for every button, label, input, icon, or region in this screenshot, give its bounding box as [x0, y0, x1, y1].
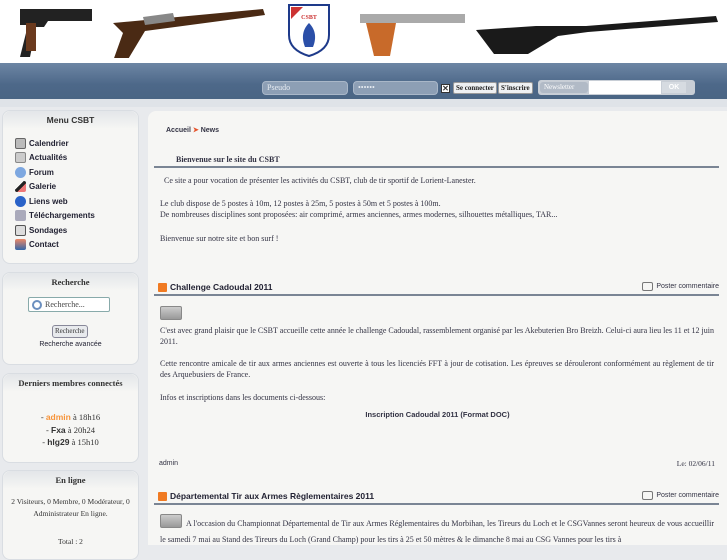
- sidebar-item-contact[interactable]: Contact: [15, 238, 138, 253]
- newsletter-label: Newsletter: [540, 82, 588, 93]
- calendar-icon: [15, 137, 26, 149]
- sidebar-item-label: Contact: [29, 240, 59, 250]
- welcome-p2b: De nombreuses disciplines sont proposées…: [160, 210, 558, 219]
- post-comment-link[interactable]: Poster commentaire: [642, 491, 719, 500]
- forum-icon: [15, 166, 26, 178]
- comment-icon: [642, 491, 654, 500]
- member-item: - Fxa à 20h24: [46, 424, 95, 435]
- online-text: 2 Visiteurs, 0 Membre, 0 Modérateur, 0 A…: [11, 497, 130, 518]
- register-button[interactable]: S'inscrire: [498, 82, 533, 94]
- menu-title: Menu CSBT: [3, 111, 138, 129]
- username-input[interactable]: Pseudo: [262, 81, 348, 95]
- divider: [154, 166, 719, 168]
- member-name[interactable]: admin: [46, 412, 71, 422]
- document-link[interactable]: Inscription Cadoudal 2011 (Format DOC): [148, 409, 727, 420]
- article-author[interactable]: admin: [159, 458, 178, 469]
- sidebar-item-calendrier[interactable]: Calendrier: [15, 136, 138, 151]
- search-placeholder: Recherche...: [45, 300, 85, 309]
- search-input[interactable]: Recherche...: [28, 297, 110, 312]
- divider: [154, 503, 719, 505]
- breadcrumb-home[interactable]: Accueil: [166, 127, 191, 134]
- rss-icon: [158, 491, 167, 501]
- login-button[interactable]: Se connecter: [453, 82, 497, 94]
- sidebar-item-actualites[interactable]: Actualités: [15, 151, 138, 166]
- breadcrumb-arrow-icon: ➤: [192, 127, 199, 134]
- member-time: à 15h10: [71, 437, 99, 447]
- sidebar-item-label: Liens web: [29, 196, 68, 206]
- newspaper-icon: [160, 306, 182, 320]
- news-icon: [15, 152, 26, 164]
- remember-checkbox[interactable]: ✕: [441, 84, 450, 93]
- sidebar-item-liens-web[interactable]: Liens web: [15, 194, 138, 209]
- article-p2: Cette rencontre amicale de tir aux armes…: [160, 359, 714, 379]
- globe-icon: [15, 195, 26, 207]
- brush-icon: [15, 181, 26, 193]
- post-comment-link[interactable]: Poster commentaire: [642, 282, 719, 291]
- article-p1: A l'occasion du Championnat Départementa…: [160, 519, 714, 544]
- sidebar-item-label: Calendrier: [29, 138, 69, 148]
- member-time: à 20h24: [67, 424, 95, 435]
- comment-icon: [642, 282, 654, 291]
- welcome-p3: Bienvenue sur notre site et bon surf !: [160, 234, 279, 243]
- sidebar-item-label: Galerie: [29, 182, 57, 192]
- club-logo: CSBT: [287, 3, 331, 58]
- poll-icon: [15, 224, 26, 236]
- search-icon: [32, 299, 42, 310]
- members-box: Derniers membres connectés - admin à 18h…: [2, 373, 139, 463]
- welcome-p1: Ce site a pour vocation de présenter les…: [164, 176, 476, 185]
- rss-icon: [158, 282, 167, 292]
- search-title: Recherche: [3, 273, 138, 291]
- article-date: Le: 02/06/11: [676, 459, 715, 468]
- sidebar-item-label: Sondages: [29, 225, 68, 235]
- breadcrumb: Accueil ➤ News: [166, 126, 219, 134]
- flintlock-image: [113, 9, 265, 58]
- member-name[interactable]: Fxa: [51, 425, 66, 435]
- menu-box: Menu CSBT Calendrier Actualités Forum Ga…: [2, 110, 139, 264]
- member-name[interactable]: hlg29: [47, 437, 69, 447]
- article-title-text: Challenge Cadoudal 2011: [170, 282, 273, 292]
- article-p1: C'est avec grand plaisir que le CSBT acc…: [160, 326, 714, 346]
- article-title[interactable]: Challenge Cadoudal 2011: [158, 282, 273, 292]
- welcome-title: Bienvenue sur le site du CSBT: [176, 155, 280, 164]
- article-title-text: Départemental Tir aux Armes Règlementair…: [170, 491, 375, 501]
- header-banner: CSBT: [0, 0, 727, 63]
- article-title[interactable]: Départemental Tir aux Armes Règlementair…: [158, 491, 374, 501]
- sidebar-item-label: Téléchargements: [29, 211, 95, 221]
- divider: [154, 294, 719, 296]
- post-comment-label: Poster commentaire: [656, 283, 719, 290]
- sidebar-item-telechargements[interactable]: Téléchargements: [15, 209, 138, 224]
- rifle-image: [476, 16, 718, 54]
- sidebar-item-label: Actualités: [29, 153, 68, 163]
- logo-text: CSBT: [301, 15, 317, 21]
- sidebar-item-sondages[interactable]: Sondages: [15, 223, 138, 238]
- post-comment-label: Poster commentaire: [656, 492, 719, 499]
- download-icon: [15, 210, 26, 222]
- sidebar-item-forum[interactable]: Forum: [15, 165, 138, 180]
- member-item: - admin à 18h16: [40, 412, 101, 422]
- sidebar-item-galerie[interactable]: Galerie: [15, 180, 138, 195]
- newsletter-form: Newsletter OK: [538, 80, 695, 95]
- newsletter-input[interactable]: [589, 81, 661, 94]
- advanced-search-link[interactable]: Recherche avancée: [3, 341, 138, 348]
- password-input[interactable]: ••••••: [353, 81, 438, 95]
- contact-icon: [15, 239, 26, 251]
- member-item: - hlg29 à 15h10: [42, 437, 99, 447]
- online-box: En ligne 2 Visiteurs, 0 Membre, 0 Modéra…: [2, 470, 139, 560]
- article-p3: Infos et inscriptions dans les documents…: [160, 393, 326, 402]
- online-title: En ligne: [3, 471, 138, 489]
- main-content: Accueil ➤ News Bienvenue sur le site du …: [148, 111, 727, 545]
- welcome-p2a: Le club dispose de 5 postes à 10m, 12 po…: [160, 199, 441, 208]
- member-time: à 18h16: [72, 412, 101, 422]
- members-title: Derniers membres connectés: [3, 374, 138, 392]
- breadcrumb-news[interactable]: News: [201, 127, 219, 134]
- search-box: Recherche Recherche... Recherche Recherc…: [2, 272, 139, 365]
- air-pistol-image: [360, 14, 465, 56]
- search-button[interactable]: Recherche: [52, 325, 88, 338]
- pistol-image: [20, 9, 92, 57]
- newsletter-ok-button[interactable]: OK: [662, 82, 686, 93]
- bar-shadow: [0, 99, 727, 107]
- sidebar-item-label: Forum: [29, 167, 54, 177]
